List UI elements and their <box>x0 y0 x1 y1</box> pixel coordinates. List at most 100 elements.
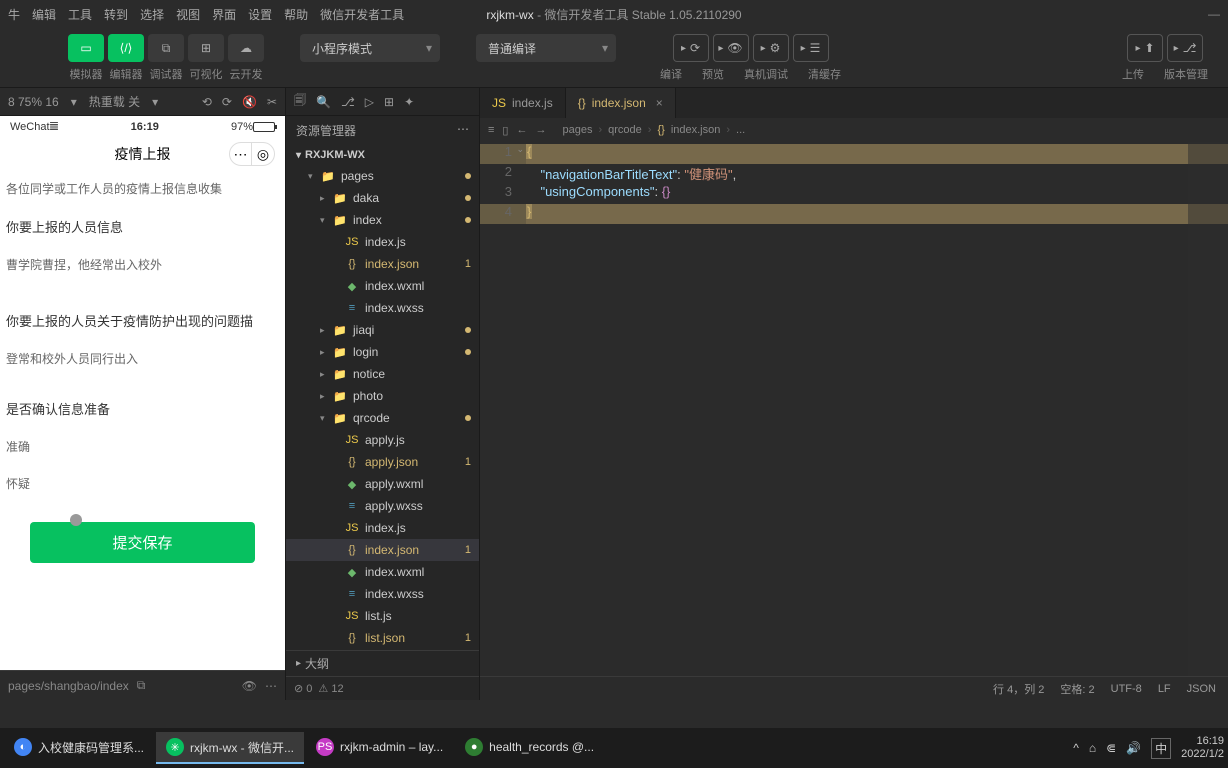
menu-wechat[interactable]: 微信开发者工具 <box>320 6 404 23</box>
plugin-icon[interactable]: ✦ <box>404 95 414 109</box>
breadcrumb[interactable]: ≡ ▯ ← → pages› qrcode› {} index.json› ..… <box>480 118 1228 142</box>
remote-debug-button[interactable]: ⚙ <box>753 34 789 62</box>
tree-item-photo[interactable]: ▸📁photo <box>286 385 479 407</box>
menu-ui[interactable]: 界面 <box>212 6 236 23</box>
tree-item-index.wxml[interactable]: ◆index.wxml <box>286 561 479 583</box>
tree-item-pages[interactable]: ▾📁pages <box>286 165 479 187</box>
tree-item-index.wxss[interactable]: ≡index.wxss <box>286 583 479 605</box>
taskbar-item[interactable]: ◐入校健康码管理系... <box>4 732 154 764</box>
taskbar-item[interactable]: ✳rxjkm-wx - 微信开... <box>156 732 304 764</box>
search-icon[interactable]: 🔍 <box>316 95 331 109</box>
tree-item-index.js[interactable]: JSindex.js <box>286 231 479 253</box>
menu-goto[interactable]: 转到 <box>104 6 128 23</box>
debug-icon[interactable]: ▷ <box>365 95 374 109</box>
minimize-button[interactable]: — <box>1208 7 1220 21</box>
files-icon[interactable]: 🗐 <box>294 91 306 112</box>
more-icon[interactable]: ⋯ <box>265 679 277 693</box>
tree-item-index.wxml[interactable]: ◆index.wxml <box>286 275 479 297</box>
tray-volume-icon[interactable]: 🔊 <box>1126 741 1141 755</box>
taskbar: ◐入校健康码管理系...✳rxjkm-wx - 微信开...PSrxjkm-ad… <box>0 728 1228 768</box>
compile-dropdown[interactable]: 普通编译 <box>476 34 616 62</box>
outline-section[interactable]: 大纲 <box>286 650 479 676</box>
tab-index.js[interactable]: JSindex.js <box>480 88 566 118</box>
menu-help[interactable]: 帮助 <box>284 6 308 23</box>
menu-select[interactable]: 选择 <box>140 6 164 23</box>
tray-wifi-icon[interactable]: ⋐ <box>1106 741 1116 755</box>
upload-button[interactable]: ⬆ <box>1127 34 1163 62</box>
menu-tools[interactable]: 工具 <box>68 6 92 23</box>
list-icon[interactable]: ≡ <box>488 124 494 137</box>
branch-icon[interactable]: ⎇ <box>341 95 355 109</box>
lang-mode[interactable]: JSON <box>1187 683 1216 695</box>
page-path: pages/shangbao/index <box>8 679 129 693</box>
hot-reload[interactable]: 热重载 关 <box>89 93 140 110</box>
tab-index.json[interactable]: {}index.json× <box>566 88 676 118</box>
minimap[interactable] <box>1188 142 1228 676</box>
project-root[interactable]: RXJKM-WX <box>286 145 479 165</box>
more-icon[interactable]: ⋯ <box>457 122 469 139</box>
cut-icon[interactable]: ✂ <box>267 95 277 109</box>
clear-cache-button[interactable]: ☰ <box>793 34 829 62</box>
tree-item-apply.json[interactable]: {}apply.json1 <box>286 451 479 473</box>
taskbar-item[interactable]: PSrxjkm-admin – lay... <box>306 732 453 764</box>
editor-panel: JSindex.js{}index.json× ≡ ▯ ← → pages› q… <box>480 88 1228 700</box>
tree-item-daka[interactable]: ▸📁daka <box>286 187 479 209</box>
window-title: rxjkm-wx - 微信开发者工具 Stable 1.05.2110290 <box>486 6 741 23</box>
menubar: 牛 编辑 工具 转到 选择 视图 界面 设置 帮助 微信开发者工具 rxjkm-… <box>0 0 1228 28</box>
tree-item-index.wxss[interactable]: ≡index.wxss <box>286 297 479 319</box>
tree-item-list.wxml[interactable]: ◆list.wxml <box>286 649 479 650</box>
tree-item-index.json[interactable]: {}index.json1 <box>286 539 479 561</box>
cursor-pos[interactable]: 行 4，列 2 <box>993 681 1044 697</box>
compile-button[interactable]: ⟳ <box>673 34 709 62</box>
capsule[interactable]: ⋯◎ <box>229 142 275 166</box>
menu-settings[interactable]: 设置 <box>248 6 272 23</box>
tree-item-apply.js[interactable]: JSapply.js <box>286 429 479 451</box>
debugger-toggle[interactable]: ⧉ <box>148 34 184 62</box>
tree-item-list.js[interactable]: JSlist.js <box>286 605 479 627</box>
encoding[interactable]: UTF-8 <box>1111 683 1142 695</box>
version-button[interactable]: ⎇ <box>1167 34 1203 62</box>
tree-item-index.json[interactable]: {}index.json1 <box>286 253 479 275</box>
tree-item-qrcode[interactable]: ▾📁qrcode <box>286 407 479 429</box>
phone-preview: WeChat𝍤 16:19 97% 疫情上报 ⋯◎ 各位同学或工作人员的疫情上报… <box>0 116 285 670</box>
refresh-icon[interactable]: ⟲ <box>202 95 212 109</box>
warning-count[interactable]: ⚠ 12 <box>318 682 343 695</box>
mode-dropdown[interactable]: 小程序模式 <box>300 34 440 62</box>
close-icon[interactable]: × <box>656 96 663 110</box>
menu-edit[interactable]: 编辑 <box>32 6 56 23</box>
tray-up-icon[interactable]: ^ <box>1073 741 1079 755</box>
tray-cloud-icon[interactable]: ⌂ <box>1089 741 1096 755</box>
error-count[interactable]: ⊘ 0 <box>294 682 312 695</box>
code-area[interactable]: 1⌄{ 2 "navigationBarTitleText": "健康码", 3… <box>480 142 1228 676</box>
tree-item-notice[interactable]: ▸📁notice <box>286 363 479 385</box>
tree-item-index[interactable]: ▾📁index <box>286 209 479 231</box>
tree-item-login[interactable]: ▸📁login <box>286 341 479 363</box>
tree-item-apply.wxss[interactable]: ≡apply.wxss <box>286 495 479 517</box>
copy-icon[interactable]: ⧉ <box>137 678 146 693</box>
tree-item-apply.wxml[interactable]: ◆apply.wxml <box>286 473 479 495</box>
tree-item-list.json[interactable]: {}list.json1 <box>286 627 479 649</box>
preview-button[interactable]: 👁 <box>713 34 749 62</box>
mute-icon[interactable]: 🔇 <box>242 95 257 109</box>
tray-clock[interactable]: 16:19 2022/1/2 <box>1181 735 1224 761</box>
menu-file[interactable]: 牛 <box>8 6 20 23</box>
ext-icon[interactable]: ⊞ <box>384 95 394 109</box>
editor-toggle[interactable]: ⟨/⟩ <box>108 34 144 62</box>
menu-view[interactable]: 视图 <box>176 6 200 23</box>
rotate-icon[interactable]: ⟳ <box>222 95 232 109</box>
visualize-toggle[interactable]: ⊞ <box>188 34 224 62</box>
zoom-info[interactable]: 8 75% 16 <box>8 95 59 109</box>
taskbar-item[interactable]: ●health_records @... <box>455 732 604 764</box>
tray-ime[interactable]: 中 <box>1151 738 1171 759</box>
submit-button[interactable]: 提交保存 <box>30 522 255 563</box>
simulator-toggle[interactable]: ▭ <box>68 34 104 62</box>
eye-icon[interactable]: 👁 <box>242 679 257 693</box>
cloud-toggle[interactable]: ☁ <box>228 34 264 62</box>
tree-item-jiaqi[interactable]: ▸📁jiaqi <box>286 319 479 341</box>
indent-info[interactable]: 空格: 2 <box>1060 681 1094 697</box>
bookmark-icon[interactable]: ▯ <box>502 124 508 137</box>
fwd-icon[interactable]: → <box>535 124 546 137</box>
tree-item-index.js[interactable]: JSindex.js <box>286 517 479 539</box>
eol[interactable]: LF <box>1158 683 1171 695</box>
back-icon[interactable]: ← <box>516 124 527 137</box>
